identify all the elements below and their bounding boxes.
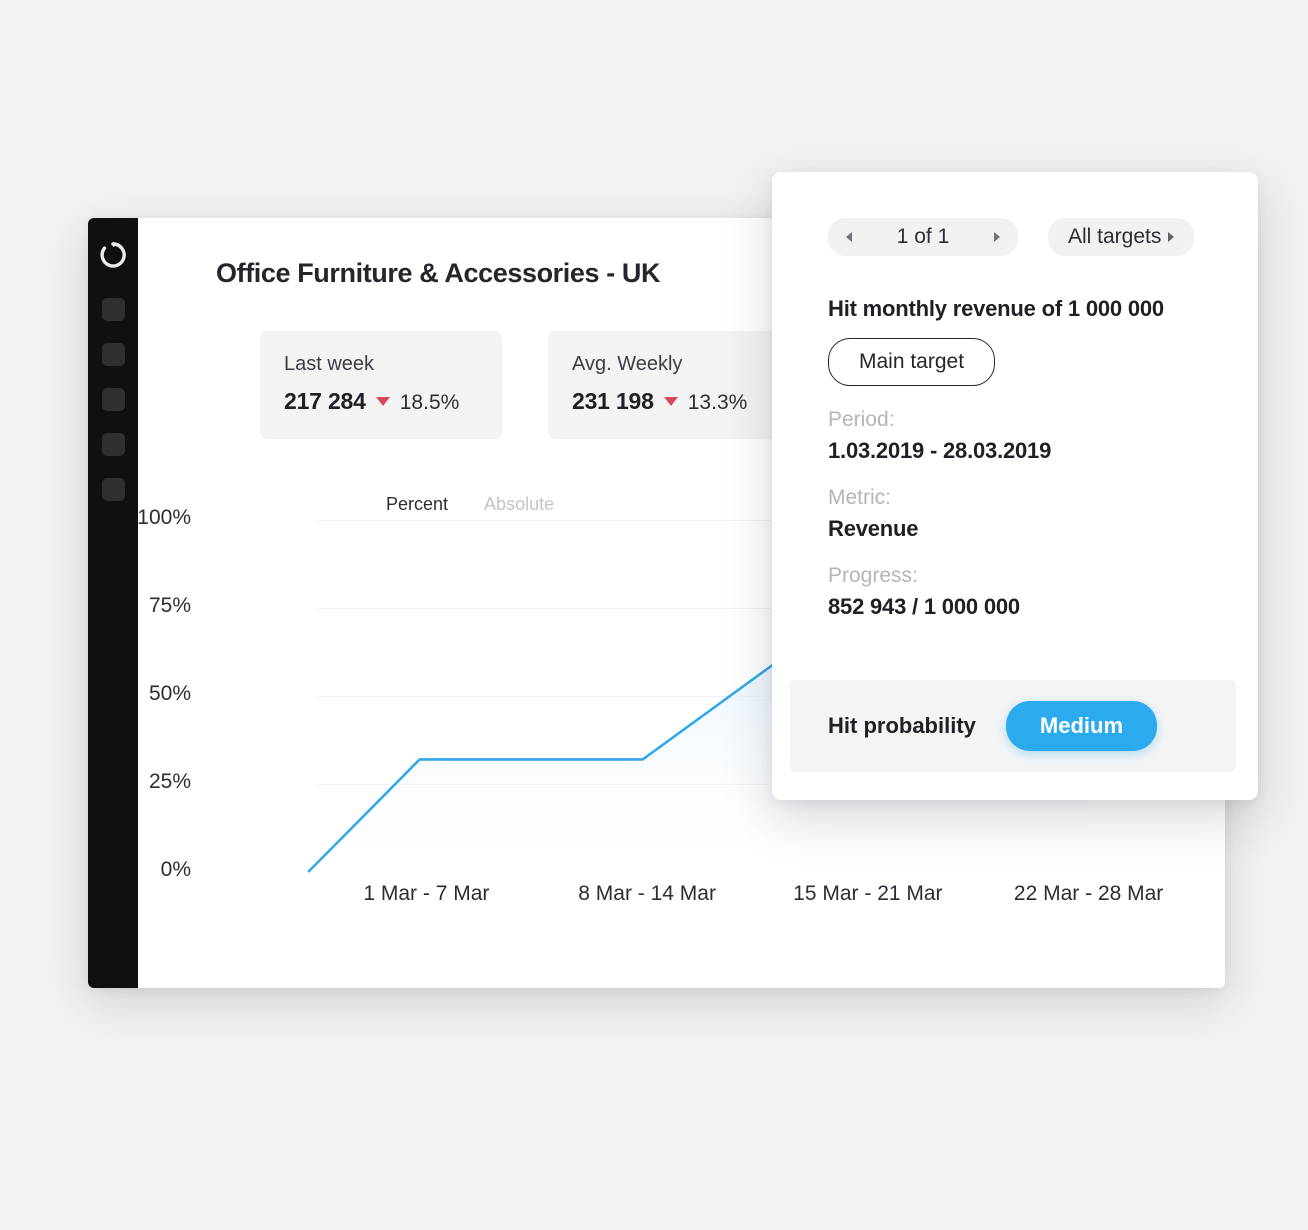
screenshot-stage: Office Furniture & Accessories - UK Last… — [0, 0, 1308, 1230]
target-detail-panel: 1 of 1 All targets Hit monthly revenue o… — [772, 172, 1258, 800]
x-axis-tick: 8 Mar - 14 Mar — [578, 882, 716, 905]
x-axis-tick: 22 Mar - 28 Mar — [1013, 882, 1164, 905]
all-targets-button[interactable]: All targets — [1048, 218, 1195, 256]
stat-label: Last week — [284, 353, 375, 375]
field-metric: Metric: Revenue — [828, 486, 1224, 542]
sidebar-item-5[interactable] — [101, 478, 125, 501]
trend-down-icon — [663, 397, 678, 406]
sidebar-item-2[interactable] — [101, 343, 125, 366]
stat-card-avg-weekly: Avg. Weekly 231 198 13.3% — [548, 331, 790, 439]
chart-x-axis: 1 Mar - 7 Mar 8 Mar - 14 Mar 15 Mar - 21 M… — [316, 882, 1199, 906]
tab-percent[interactable]: Percent — [386, 494, 448, 515]
chevron-left-icon[interactable] — [846, 232, 852, 242]
main-target-badge[interactable]: Main target — [828, 338, 996, 386]
chart-mode-toggle: Percent Absolute — [386, 494, 554, 515]
sidebar-item-3[interactable] — [101, 388, 125, 411]
field-label: Progress: — [828, 564, 918, 587]
chevron-right-icon[interactable] — [993, 232, 1000, 242]
hit-probability-label: Hit probability — [828, 713, 976, 738]
panel-title: Hit monthly revenue of 1 000 000 — [828, 296, 1164, 321]
x-axis-tick: 1 Mar - 7 Mar — [363, 882, 490, 905]
all-targets-label: All targets — [1068, 225, 1162, 248]
field-value: Revenue — [828, 516, 919, 541]
field-value: 1.03.2019 - 28.03.2019 — [828, 438, 1052, 463]
refresh-circle-icon[interactable] — [98, 240, 128, 270]
sidebar-item-4[interactable] — [101, 433, 125, 456]
stat-delta: 13.3% — [687, 391, 748, 414]
stat-delta: 18.5% — [399, 391, 460, 414]
hit-probability-badge[interactable]: Medium — [1005, 701, 1158, 751]
hit-probability-card: Hit probability Medium — [790, 680, 1236, 772]
chevron-right-icon — [1168, 232, 1175, 242]
tab-absolute[interactable]: Absolute — [484, 494, 554, 515]
field-label: Period: — [828, 408, 895, 431]
target-pager[interactable]: 1 of 1 — [828, 218, 1018, 256]
stat-label: Avg. Weekly — [572, 353, 683, 375]
panel-toolbar: 1 of 1 All targets — [828, 218, 1224, 256]
stat-value: 231 198 — [572, 388, 654, 414]
stat-value: 217 284 — [284, 388, 366, 414]
pager-text: 1 of 1 — [896, 225, 950, 248]
field-period: Period: 1.03.2019 - 28.03.2019 — [828, 408, 1224, 464]
trend-down-icon — [375, 397, 390, 406]
x-axis-tick: 15 Mar - 21 Mar — [793, 882, 943, 905]
sidebar-item-1[interactable] — [101, 298, 125, 321]
field-value: 852 943 / 1 000 000 — [828, 594, 1020, 619]
field-progress: Progress: 852 943 / 1 000 000 — [828, 564, 1224, 620]
field-label: Metric: — [828, 486, 891, 509]
stat-card-last-week: Last week 217 284 18.5% — [260, 331, 502, 439]
